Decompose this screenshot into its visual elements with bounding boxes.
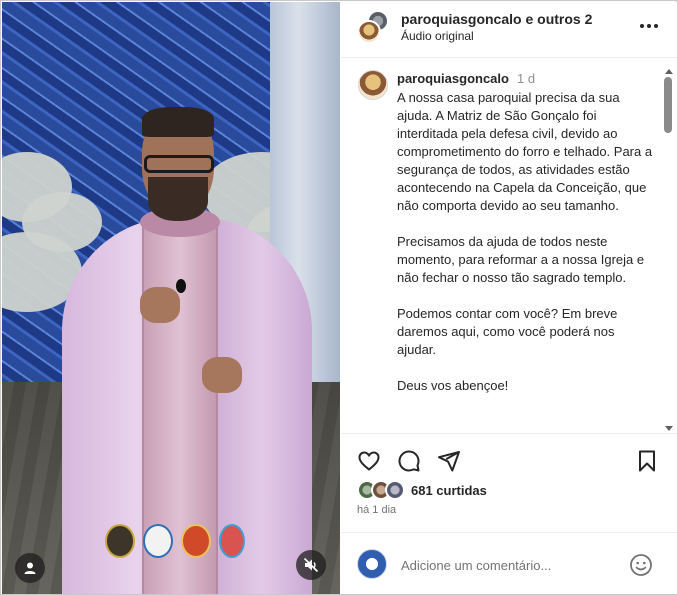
emoji-icon[interactable] bbox=[629, 553, 653, 577]
more-horizontal-icon bbox=[640, 24, 658, 28]
caption-timestamp[interactable]: 1 d bbox=[517, 71, 535, 86]
action-bar bbox=[341, 433, 677, 475]
post-authors[interactable]: paroquiasgoncalo e outros 2 bbox=[401, 11, 592, 27]
scroll-down-arrow-icon[interactable] bbox=[665, 426, 673, 431]
avatar[interactable] bbox=[358, 70, 388, 100]
caption-scrollbar[interactable] bbox=[663, 69, 673, 431]
heart-icon[interactable] bbox=[357, 449, 381, 473]
scroll-thumb[interactable] bbox=[664, 77, 672, 133]
avatar[interactable] bbox=[385, 480, 405, 500]
tagged-user-button[interactable] bbox=[15, 553, 45, 583]
post-video[interactable] bbox=[2, 2, 340, 594]
crown-logo bbox=[181, 524, 211, 558]
likes-count[interactable]: 681 curtidas bbox=[411, 483, 487, 498]
post-age[interactable]: há 1 dia bbox=[357, 504, 396, 516]
caption-section: paroquiasgoncalo 1 d A nossa casa paroqu… bbox=[341, 59, 677, 432]
original-audio-link[interactable]: Áudio original bbox=[401, 29, 474, 43]
avatar[interactable] bbox=[357, 20, 381, 44]
heart-logo bbox=[219, 524, 245, 558]
caption-paragraph: Precisamos da ajuda de todos neste momen… bbox=[397, 234, 645, 285]
priest-figure bbox=[62, 107, 312, 594]
comment-icon[interactable] bbox=[397, 449, 421, 473]
speaker-muted-icon bbox=[303, 557, 319, 573]
avatar[interactable] bbox=[357, 549, 387, 579]
caption-paragraph: Deus vos abençoe! bbox=[397, 378, 509, 393]
post-header: paroquiasgoncalo e outros 2 Áudio origin… bbox=[341, 2, 677, 58]
more-options-button[interactable] bbox=[637, 16, 661, 36]
collab-avatars[interactable] bbox=[357, 10, 391, 44]
caption-text: A nossa casa paroquial precisa da sua aj… bbox=[397, 89, 655, 413]
user-icon bbox=[24, 562, 36, 574]
caption-username[interactable]: paroquiasgoncalo bbox=[397, 71, 509, 86]
comment-bar bbox=[341, 532, 677, 594]
caption-paragraph: Podemos contar com você? Em breve daremo… bbox=[397, 306, 618, 357]
comment-input[interactable] bbox=[401, 555, 621, 575]
mute-button[interactable] bbox=[296, 550, 326, 580]
chapel-logo bbox=[143, 524, 173, 558]
instagram-post-window: paroquiasgoncalo e outros 2 Áudio origin… bbox=[0, 0, 677, 595]
scroll-up-arrow-icon[interactable] bbox=[665, 69, 673, 74]
bookmark-icon[interactable] bbox=[635, 449, 659, 473]
video-logos bbox=[105, 524, 245, 558]
post-details-panel: paroquiasgoncalo e outros 2 Áudio origin… bbox=[341, 2, 677, 594]
parish-logo bbox=[105, 524, 135, 558]
send-icon[interactable] bbox=[437, 449, 461, 473]
caption-paragraph: A nossa casa paroquial precisa da sua aj… bbox=[397, 90, 653, 213]
